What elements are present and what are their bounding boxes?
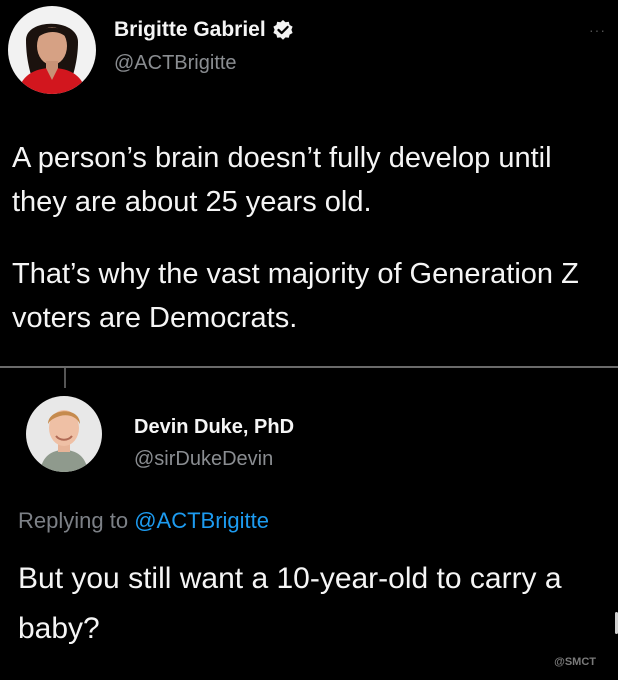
reply-author-row: Devin Duke, PhD: [134, 416, 294, 439]
replying-to-line: Replying to @ACTBrigitte: [18, 508, 269, 534]
author-row: Brigitte Gabriel: [114, 18, 294, 42]
tweet-divider: [0, 366, 618, 368]
thread-connector: [64, 368, 66, 388]
author-handle[interactable]: @ACTBrigitte: [114, 52, 237, 75]
reply-author-handle[interactable]: @sirDukeDevin: [134, 448, 273, 471]
tweet-paragraph-1: A person’s brain doesn’t fully develop u…: [12, 142, 552, 218]
reply-author-name[interactable]: Devin Duke, PhD: [134, 416, 294, 439]
reply-avatar[interactable]: [26, 396, 102, 472]
avatar[interactable]: [8, 6, 96, 94]
author-name[interactable]: Brigitte Gabriel: [114, 18, 266, 42]
replying-to-mention[interactable]: @ACTBrigitte: [134, 508, 269, 533]
verified-badge-icon: [272, 19, 294, 41]
tweet-paragraph-2: That’s why the vast majority of Generati…: [12, 258, 579, 334]
reply-text: But you still want a 10-year-old to carr…: [18, 562, 562, 645]
original-tweet: Brigitte Gabriel @ACTBrigitte ··· A pers…: [0, 0, 618, 366]
watermark: @SMCT: [554, 656, 596, 668]
more-options-icon[interactable]: ···: [589, 22, 606, 38]
replying-to-label: Replying to: [18, 508, 129, 533]
